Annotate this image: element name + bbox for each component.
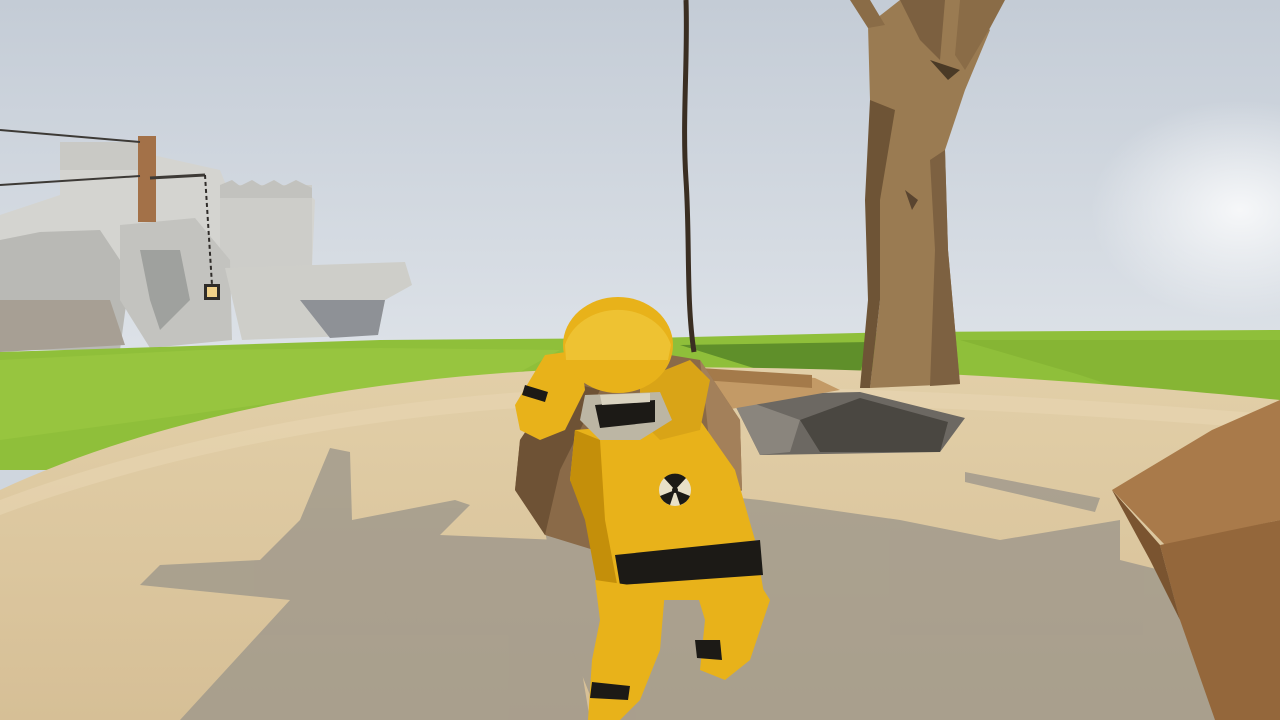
lantern-icon [204,284,220,300]
game-viewport[interactable] [0,0,1280,720]
game-scene [0,0,1280,720]
